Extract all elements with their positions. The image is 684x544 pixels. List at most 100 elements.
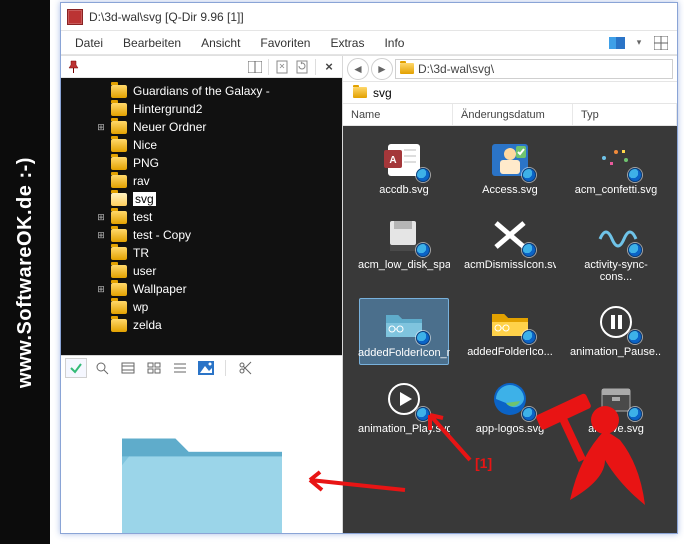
file-tile[interactable]: acm_confetti.svg [571, 136, 661, 201]
tree-label: TR [133, 246, 149, 260]
file-tile[interactable]: acmDismissIcon.svg [465, 211, 555, 288]
address-field[interactable]: D:\3d-wal\svg\ [395, 59, 673, 79]
file-label: addedFolderIco... [467, 346, 553, 359]
view-list-icon[interactable] [169, 358, 191, 378]
file-tile[interactable]: archive.svg [571, 375, 661, 440]
file-tile[interactable]: addedFolderIcon_mac.svg [359, 298, 449, 365]
tree-row[interactable]: ⊞ Wallpaper [81, 280, 340, 298]
page-icon[interactable] [272, 58, 292, 76]
menu-favoriten[interactable]: Favoriten [252, 34, 318, 52]
edge-badge-icon [628, 407, 642, 421]
folder-icon [111, 247, 127, 260]
file-tile[interactable]: animation_Play.svg [359, 375, 449, 440]
column-type[interactable]: Typ [573, 104, 677, 125]
folder-tree[interactable]: Guardians of the Galaxy - Hintergrund2⊞Ne… [61, 78, 342, 355]
file-thumb-icon [380, 215, 428, 255]
tree-row[interactable]: ⊞test - Copy [81, 226, 340, 244]
file-tile[interactable]: addedFolderIco... [465, 298, 555, 365]
checkmark-icon[interactable] [65, 358, 87, 378]
tree-expander-icon [95, 301, 107, 313]
tree-row[interactable]: zelda [81, 316, 340, 334]
magnify-icon[interactable] [91, 358, 113, 378]
breadcrumb-bar[interactable]: svg [343, 82, 677, 104]
file-thumb-icon [486, 140, 534, 180]
edge-badge-icon [628, 243, 642, 257]
edge-badge-icon [416, 168, 430, 182]
tree-row[interactable]: PNG [81, 154, 340, 172]
edge-badge-icon [628, 168, 642, 182]
panes-color-icon[interactable] [609, 35, 625, 51]
file-thumb-icon [486, 302, 534, 342]
menu-datei[interactable]: Datei [67, 34, 111, 52]
column-name[interactable]: Name [343, 104, 453, 125]
tree-label: Guardians of the Galaxy - [133, 84, 270, 98]
close-icon[interactable]: × [319, 58, 339, 76]
file-icon-grid[interactable]: Aaccdb.svgAccess.svgacm_confetti.svg acm_… [343, 126, 677, 533]
tree-row[interactable]: Guardians of the Galaxy - [81, 82, 340, 100]
tree-expander-icon [95, 139, 107, 151]
file-tile[interactable]: Access.svg [465, 136, 555, 201]
folder-icon [111, 211, 127, 224]
file-tile[interactable]: Aaccdb.svg [359, 136, 449, 201]
edge-badge-icon [522, 168, 536, 182]
file-tile[interactable]: activity-sync-cons... [571, 211, 661, 288]
file-thumb-icon [486, 379, 534, 419]
edge-badge-icon [522, 330, 536, 344]
file-tile[interactable]: acm_low_disk_spa... [359, 211, 449, 288]
titlebar[interactable]: D:\3d-wal\svg [Q-Dir 9.96 [1]] [61, 3, 677, 31]
pin-icon[interactable] [64, 58, 84, 76]
crop-icon[interactable] [234, 358, 256, 378]
tree-expander-icon[interactable]: ⊞ [95, 121, 107, 133]
address-folder-icon [400, 63, 414, 74]
watermark-text: www.SoftwareOK.de :-) [14, 157, 37, 388]
menubar: Datei Bearbeiten Ansicht Favoriten Extra… [61, 31, 677, 55]
image-icon[interactable] [195, 358, 217, 378]
view-tiles-icon[interactable] [143, 358, 165, 378]
chevron-down-icon[interactable]: ▾ [631, 35, 647, 51]
file-thumb-icon [380, 379, 428, 419]
folder-icon [111, 85, 127, 98]
view-film-icon[interactable] [117, 358, 139, 378]
tree-row[interactable]: rav [81, 172, 340, 190]
folder-icon [111, 157, 127, 170]
edge-badge-icon [416, 331, 430, 345]
right-pane: ◄ ► D:\3d-wal\svg\ svg Name Änderungsdat… [343, 56, 677, 533]
tree-expander-icon[interactable]: ⊞ [95, 283, 107, 295]
page-refresh-icon[interactable] [292, 58, 312, 76]
breadcrumb-text: svg [373, 86, 392, 100]
tree-expander-icon[interactable]: ⊞ [95, 211, 107, 223]
menu-ansicht[interactable]: Ansicht [193, 34, 248, 52]
tree-expander-icon [95, 85, 107, 97]
file-label: addedFolderIcon_mac.svg [358, 347, 450, 360]
tree-row[interactable]: user [81, 262, 340, 280]
tree-row[interactable]: svg [81, 190, 340, 208]
nav-back-button[interactable]: ◄ [347, 58, 369, 80]
tree-row[interactable]: wp [81, 298, 340, 316]
split-icon[interactable] [245, 58, 265, 76]
file-thumb-icon [592, 379, 640, 419]
folder-icon [111, 229, 127, 242]
menu-bearbeiten[interactable]: Bearbeiten [115, 34, 189, 52]
tree-row[interactable]: TR [81, 244, 340, 262]
nav-forward-button[interactable]: ► [371, 58, 393, 80]
tree-row[interactable]: Hintergrund2 [81, 100, 340, 118]
tree-expander-icon [95, 103, 107, 115]
tree-row[interactable]: Nice [81, 136, 340, 154]
tree-expander-icon[interactable]: ⊞ [95, 229, 107, 241]
file-label: accdb.svg [379, 184, 429, 197]
menu-extras[interactable]: Extras [322, 34, 372, 52]
file-tile[interactable]: animation_Pause... [571, 298, 661, 365]
left-pane: × Guardians of the Galaxy -Hintergrund2⊞… [61, 56, 343, 533]
menu-info[interactable]: Info [376, 34, 412, 52]
tree-row[interactable]: ⊞test [81, 208, 340, 226]
panes-layout-icon[interactable] [653, 35, 669, 51]
tree-label: Wallpaper [133, 282, 187, 296]
folder-icon [111, 319, 127, 332]
folder-icon [111, 175, 127, 188]
column-date[interactable]: Änderungsdatum [453, 104, 573, 125]
preview-folder-icon [102, 403, 302, 533]
tree-expander-icon [95, 157, 107, 169]
tree-row[interactable]: ⊞Neuer Ordner [81, 118, 340, 136]
tree-expander-icon [95, 265, 107, 277]
file-tile[interactable]: app-logos.svg [465, 375, 555, 440]
